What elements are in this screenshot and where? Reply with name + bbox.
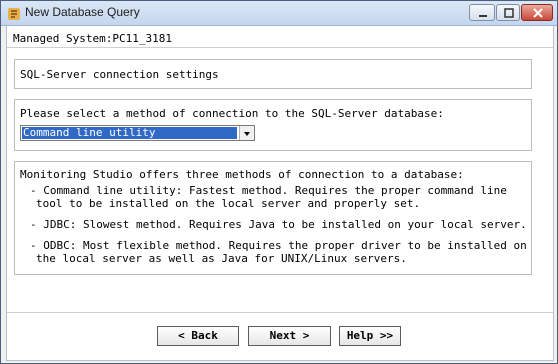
close-icon xyxy=(533,8,543,18)
title-bar[interactable]: New Database Query xyxy=(1,1,557,26)
footer-divider xyxy=(7,312,553,313)
bullet-command-line-2: tool to be installed on the local server… xyxy=(36,197,421,210)
bullet-odbc-2: the local server as well as Java for UNI… xyxy=(36,252,407,265)
methods-info-panel: Monitoring Studio offers three methods o… xyxy=(14,161,532,275)
dropdown-button[interactable] xyxy=(239,126,254,140)
connection-settings-panel: SQL-Server connection settings xyxy=(14,59,532,89)
minimize-button[interactable] xyxy=(469,4,495,21)
help-button[interactable]: Help >> xyxy=(339,326,401,346)
maximize-button[interactable] xyxy=(496,4,520,21)
back-button[interactable]: < Back xyxy=(157,326,239,346)
managed-system-label: Managed System:PC11_3181 xyxy=(13,32,172,45)
next-button[interactable]: Next > xyxy=(248,326,331,346)
dialog-content: Managed System:PC11_3181 SQL-Server conn… xyxy=(6,26,554,361)
close-button[interactable] xyxy=(521,4,553,21)
connection-method-panel: Please select a method of connection to … xyxy=(14,99,532,151)
section-title: SQL-Server connection settings xyxy=(20,68,219,81)
dialog-window: New Database Query Managed System:PC11_3… xyxy=(0,0,558,364)
chevron-down-icon xyxy=(244,132,250,136)
bullet-command-line-1: - Command line utility: Fastest method. … xyxy=(30,184,507,197)
maximize-icon xyxy=(504,8,514,18)
minimize-icon xyxy=(479,15,487,17)
bullet-jdbc: - JDBC: Slowest method. Requires Java to… xyxy=(30,218,527,231)
methods-intro: Monitoring Studio offers three methods o… xyxy=(20,168,464,181)
connection-method-prompt: Please select a method of connection to … xyxy=(20,107,444,120)
selected-method: Command line utility xyxy=(22,127,237,139)
header-divider xyxy=(7,47,553,48)
bullet-odbc-1: - ODBC: Most flexible method. Requires t… xyxy=(30,239,527,252)
connection-method-select[interactable]: Command line utility xyxy=(20,125,255,141)
app-icon xyxy=(7,6,21,20)
window-title: New Database Query xyxy=(25,5,140,19)
